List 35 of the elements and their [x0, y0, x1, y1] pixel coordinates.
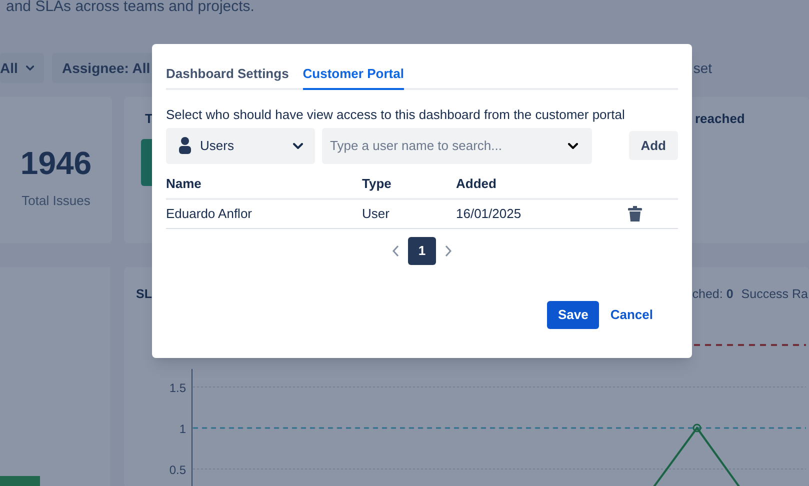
- chevron-down-icon: [293, 142, 303, 148]
- tab[interactable]: Customer Portal: [302, 64, 404, 90]
- chevron-down-icon: [568, 142, 578, 148]
- stat-value: 1946: [20, 144, 92, 183]
- cancel-button[interactable]: Cancel: [603, 300, 660, 328]
- description: Select who should have view access to this dashboard from the customer portal: [166, 106, 626, 124]
- chevron-left-icon[interactable]: [392, 244, 400, 256]
- table-cell: 16/01/2025: [456, 199, 616, 228]
- chevron-down-icon: [26, 65, 34, 71]
- person-icon: [179, 137, 191, 154]
- success-rate: Success Ra: [741, 286, 808, 303]
- reset-link[interactable]: set: [693, 58, 712, 78]
- add-button[interactable]: Add: [628, 131, 678, 160]
- data-point: [692, 424, 702, 432]
- chart-title: SL: [136, 286, 152, 303]
- column-header: Type: [362, 174, 456, 199]
- table-cell: User: [362, 199, 456, 228]
- table-cell: Eduardo Anflor: [166, 199, 362, 228]
- bar: [0, 476, 40, 486]
- user-type-dropdown[interactable]: Users: [166, 128, 315, 164]
- column-header: Name: [166, 174, 362, 199]
- column-header: Added: [456, 174, 616, 199]
- page-button[interactable]: 1: [408, 236, 436, 264]
- axis-tick-label: 1: [179, 420, 186, 437]
- save-button[interactable]: Save: [546, 300, 600, 328]
- breached-count: ched: 0: [692, 286, 734, 303]
- axis-tick-label: 0.5: [169, 462, 186, 478]
- card-title: reached: [695, 110, 745, 128]
- stat-label: Total Issues: [22, 192, 90, 210]
- search-field[interactable]: Type a user name to search...: [322, 128, 592, 164]
- axis-tick-label: 1.5: [169, 380, 186, 396]
- chevron-right-icon[interactable]: [444, 244, 452, 256]
- delete-icon[interactable]: [628, 206, 642, 222]
- page-subtitle: and SLAs across teams and projects.: [5, 0, 256, 17]
- filter-dropdown[interactable]: All: [0, 53, 44, 83]
